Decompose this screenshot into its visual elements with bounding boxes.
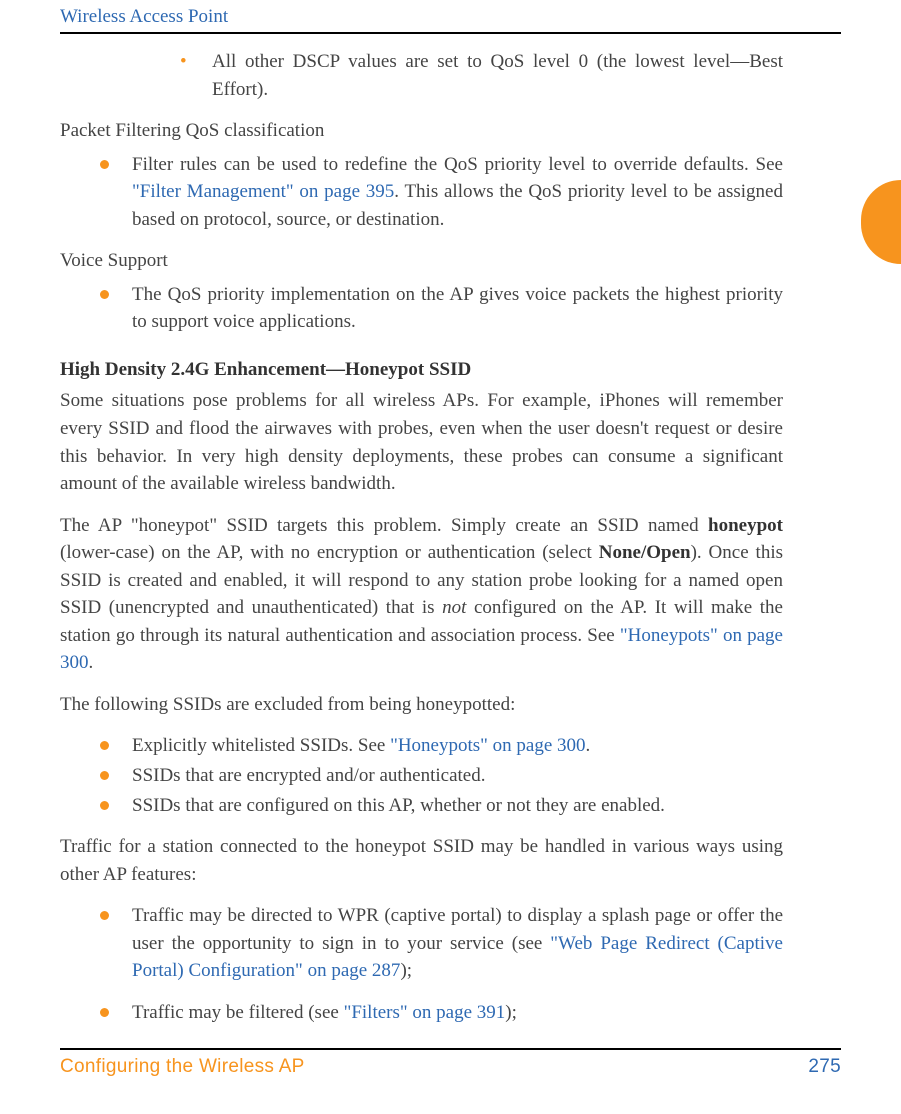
bottom-rule [60,1048,841,1050]
bullet-excl-encrypted: SSIDs that are encrypted and/or authenti… [60,762,783,790]
bullet-traffic-wpr: Traffic may be directed to WPR (captive … [60,902,783,985]
subhead-voice-support: Voice Support [60,247,783,275]
top-rule [60,32,841,34]
bullet-filter-pre: Filter rules can be used to redefine the… [132,154,783,175]
bullet-voice: The QoS priority implementation on the A… [60,281,783,336]
subhead-packet-filtering: Packet Filtering QoS classification [60,117,783,145]
hp2-a: The AP "honeypot" SSID targets this prob… [60,515,708,536]
excl-white-post: . [586,735,591,756]
link-filters[interactable]: "Filters" on page 391 [344,1002,506,1023]
page-number: 275 [808,1056,841,1078]
page-edge-tab [861,180,901,264]
bullet-traffic-filter: Traffic may be filtered (see "Filters" o… [60,999,783,1027]
para-traffic-intro: Traffic for a station connected to the h… [60,833,783,888]
bullet-excl-configured: SSIDs that are configured on this AP, wh… [60,792,783,820]
footer-section-title: Configuring the Wireless AP [60,1056,305,1078]
traf-wpr-post: ); [400,960,412,981]
link-honeypots-2[interactable]: "Honeypots" on page 300 [390,735,585,756]
hp2-ital: not [442,597,466,618]
bullet-filter-rules: Filter rules can be used to redefine the… [60,151,783,234]
bullet-dscp-text: All other DSCP values are set to QoS lev… [212,51,783,100]
traf-filter-post: ); [505,1002,517,1023]
para-excluded-intro: The following SSIDs are excluded from be… [60,691,783,719]
traf-filter-pre: Traffic may be filtered (see [132,1002,344,1023]
excl-white-pre: Explicitly whitelisted SSIDs. See [132,735,390,756]
hp2-b: (lower-case) on the AP, with no encrypti… [60,542,599,563]
para-honeypot-2: The AP "honeypot" SSID targets this prob… [60,512,783,677]
bullet-dscp-level0: All other DSCP values are set to QoS lev… [60,48,783,103]
hp2-bold2: None/Open [599,542,691,563]
para-honeypot-1: Some situations pose problems for all wi… [60,387,783,497]
running-head: Wireless Access Point [60,0,841,32]
link-filter-management[interactable]: "Filter Management" on page 395 [132,181,394,202]
hp2-e: . [89,652,94,673]
bullet-excl-whitelist: Explicitly whitelisted SSIDs. See "Honey… [60,732,783,760]
heading-honeypot: High Density 2.4G Enhancement—Honeypot S… [60,356,783,384]
hp2-bold1: honeypot [708,515,783,536]
